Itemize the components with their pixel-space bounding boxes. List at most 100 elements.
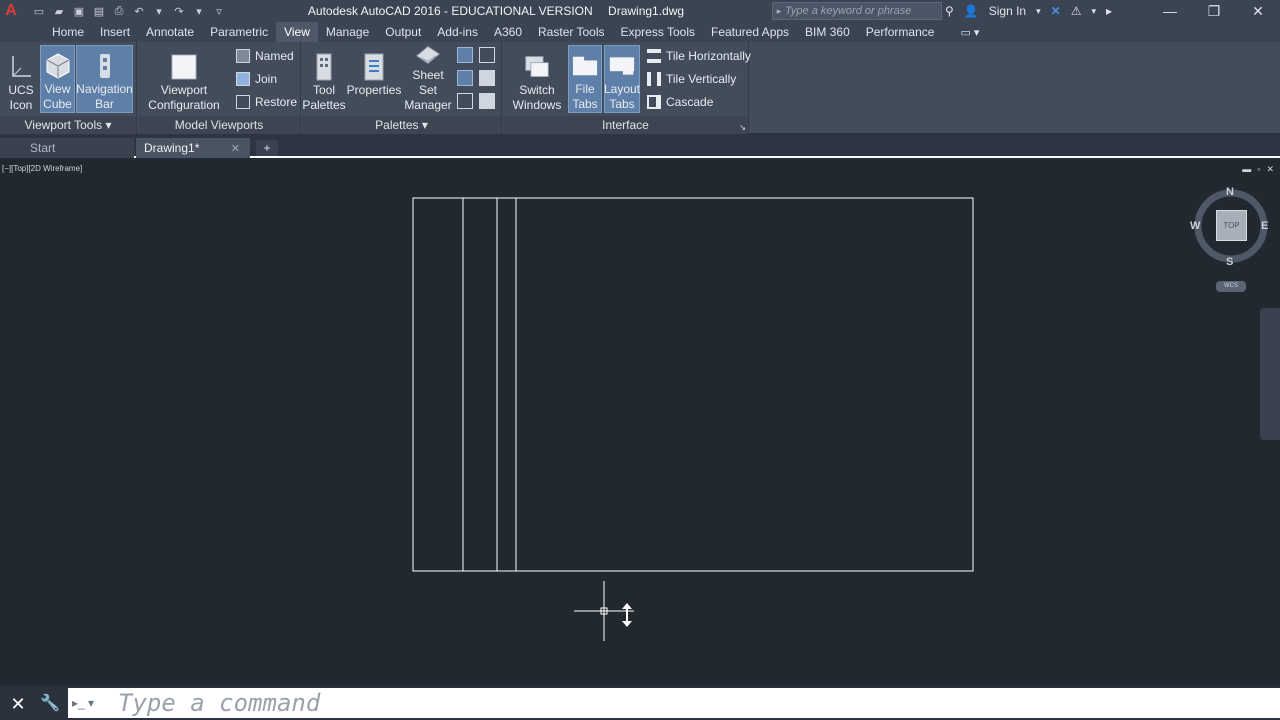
switch-windows-button[interactable]: Switch Windows [509, 45, 565, 113]
restore-viewports-button[interactable]: Restore [236, 92, 297, 112]
view-cube-button[interactable]: View Cube [40, 45, 75, 113]
tab-parametric[interactable]: Parametric [202, 22, 276, 42]
layout-tabs-icon [609, 52, 635, 80]
file-tab-drawing-label: Drawing1* [144, 141, 200, 155]
new-icon[interactable]: ▭ [30, 3, 48, 19]
switch-windows-label-2: Windows [512, 98, 562, 112]
exchange-icon[interactable]: ✕ [1051, 4, 1061, 18]
undo-dropdown-icon[interactable]: ▾ [150, 3, 168, 19]
join-label: Join [255, 72, 278, 86]
more-icon[interactable]: ▸ [1106, 4, 1112, 18]
layer-properties-icon[interactable] [479, 93, 495, 109]
tab-annotate[interactable]: Annotate [138, 22, 202, 42]
customize-wrench-icon[interactable]: 🔧 [38, 693, 62, 715]
file-tab-start[interactable]: Start [0, 138, 134, 158]
properties-icon [361, 53, 387, 81]
redo-dropdown-icon[interactable]: ▾ [190, 3, 208, 19]
panel-launcher-icon[interactable]: ↘ [739, 123, 746, 132]
quickcalc-icon[interactable] [457, 70, 473, 86]
tab-home[interactable]: Home [44, 22, 92, 42]
help-icon[interactable]: ⚠ [1071, 4, 1082, 18]
tab-performance[interactable]: Performance [858, 22, 943, 42]
search-input[interactable] [785, 5, 935, 17]
help-dropdown-icon[interactable]: ▾ [1091, 6, 1096, 17]
command-line-icon[interactable] [479, 70, 495, 86]
file-tab-drawing1[interactable]: Drawing1* ✕ [136, 138, 250, 158]
restore-icon[interactable]: ❐ [1192, 0, 1236, 22]
application-menu-icon[interactable]: A [0, 0, 22, 22]
viewport-configuration-button[interactable]: Viewport Configuration [144, 45, 224, 113]
layout-tabs-button[interactable]: Layout Tabs [604, 45, 640, 113]
binoculars-icon[interactable]: ⚲ [945, 4, 954, 18]
viewcube-top-face[interactable]: TOP [1216, 210, 1247, 241]
markup-set-manager-icon[interactable] [479, 47, 495, 63]
save-icon[interactable]: ▣ [70, 3, 88, 19]
title-bar: A ▭ ▰ ▣ ▤ ⎙ ↶ ▾ ↷ ▾ ▿ Autodesk AutoCAD 2… [0, 0, 1280, 22]
file-tabs-button[interactable]: File Tabs [568, 45, 602, 113]
command-input[interactable] [118, 689, 1018, 717]
restore-viewports-icon [236, 95, 250, 109]
tab-bim-360[interactable]: BIM 360 [797, 22, 858, 42]
app-title: Autodesk AutoCAD 2016 - EDUCATIONAL VERS… [307, 4, 593, 18]
external-references-icon[interactable] [457, 93, 473, 109]
tool-palettes-button[interactable]: Tool Palettes [302, 45, 346, 113]
tab-a360[interactable]: A360 [486, 22, 530, 42]
panel-palettes: Tool Palettes Properties Sheet Set Manag… [302, 42, 502, 134]
quick-access-toolbar: ▭ ▰ ▣ ▤ ⎙ ↶ ▾ ↷ ▾ ▿ [30, 0, 228, 22]
tab-express-tools[interactable]: Express Tools [613, 22, 703, 42]
sign-in-dropdown-icon[interactable]: ▾ [1036, 6, 1041, 17]
tab-raster-tools[interactable]: Raster Tools [530, 22, 612, 42]
resize-arrow-icon [622, 603, 632, 627]
file-tab-close-icon[interactable]: ✕ [231, 142, 240, 155]
ucs-icon-button[interactable]: UCS Icon [4, 45, 38, 113]
tab-output[interactable]: Output [377, 22, 429, 42]
drawing-area[interactable]: [−][Top][2D Wireframe] ▬ ▫ ✕ [0, 160, 1280, 684]
print-icon[interactable]: ⎙ [110, 3, 128, 19]
panel-title-palettes[interactable]: Palettes ▾ [302, 116, 501, 134]
redo-icon[interactable]: ↷ [170, 3, 188, 19]
named-viewports-button[interactable]: Named [236, 46, 294, 66]
compass-west[interactable]: W [1190, 220, 1200, 232]
tile-vertically-button[interactable]: Tile Vertically [647, 69, 736, 89]
open-icon[interactable]: ▰ [50, 3, 68, 19]
close-icon[interactable]: ✕ [1236, 0, 1280, 22]
ucs-icon-label-1: UCS [8, 83, 34, 97]
restore-label: Restore [255, 95, 298, 109]
viewport-configuration-label-2: Configuration [148, 98, 220, 112]
wcs-menu[interactable]: WCS [1216, 281, 1246, 292]
search-box[interactable]: ▸ [772, 2, 942, 20]
sheet-set-manager-button[interactable]: Sheet Set Manager [402, 45, 454, 113]
properties-button[interactable]: Properties [347, 45, 401, 113]
command-field[interactable]: ▸_ ▾ [68, 688, 1280, 718]
tab-insert[interactable]: Insert [92, 22, 138, 42]
navigation-bar-button[interactable]: Navigation Bar [76, 45, 133, 113]
recent-commands-icon[interactable]: ▸_ ▾ [68, 688, 98, 718]
file-tabs-label-1: File [575, 82, 595, 96]
search-expand-icon[interactable]: ▸ [773, 6, 785, 17]
panel-title-viewport-tools[interactable]: Viewport Tools ▾ [0, 116, 136, 134]
save-as-icon[interactable]: ▤ [90, 3, 108, 19]
compass-south[interactable]: S [1226, 256, 1233, 268]
undo-icon[interactable]: ↶ [130, 3, 148, 19]
sign-in-link[interactable]: Sign In [989, 4, 1026, 18]
plus-icon: + [263, 141, 271, 155]
named-label: Named [255, 49, 294, 63]
command-line-close-icon[interactable]: ✕ [6, 694, 30, 714]
viewcube[interactable]: N S E W TOP [1190, 186, 1270, 270]
design-center-icon[interactable] [457, 47, 473, 63]
join-viewports-button[interactable]: Join [236, 69, 277, 89]
tile-horizontally-button[interactable]: Tile Horizontally [647, 46, 751, 66]
tab-featured-apps[interactable]: Featured Apps [703, 22, 797, 42]
minimize-icon[interactable]: — [1148, 0, 1192, 22]
tab-manage[interactable]: Manage [318, 22, 377, 42]
ribbon-minimize-icon[interactable]: ▭ ▾ [960, 26, 979, 39]
new-file-tab-button[interactable]: + [256, 140, 278, 156]
compass-north[interactable]: N [1226, 186, 1234, 198]
cascade-button[interactable]: Cascade [647, 92, 713, 112]
navigation-bar[interactable] [1260, 308, 1280, 440]
tab-add-ins[interactable]: Add-ins [429, 22, 486, 42]
tab-view[interactable]: View [276, 22, 318, 42]
window-controls: — ❐ ✕ [1148, 0, 1280, 22]
file-tabs-label-2: Tabs [572, 97, 598, 111]
compass-east[interactable]: E [1261, 220, 1268, 232]
